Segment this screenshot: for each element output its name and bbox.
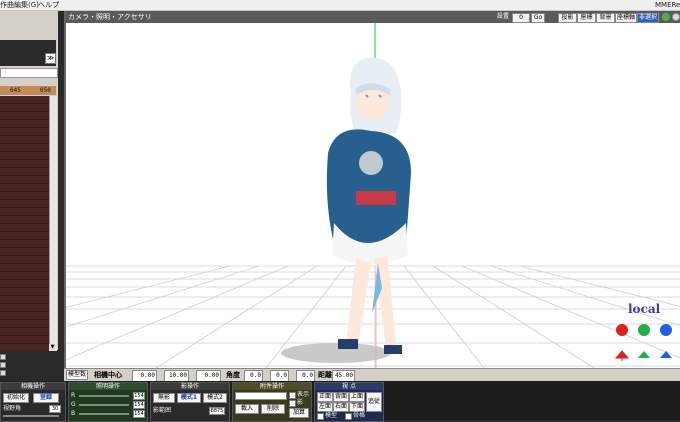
model-label: 模型 bbox=[325, 412, 338, 419]
shadow-panel: 影操作 無影 模式1 模式2 影範囲 8875 bbox=[150, 382, 230, 422]
light-r-label: R bbox=[71, 392, 76, 399]
bottom-toolbar: 相機操作 初始化 登録 視野角 30 照明操作 R 154 G 154 B 15… bbox=[0, 381, 680, 422]
camera-control-strip: 模型数 相機中心 0.00 10.00 0.00 角度 0.0 0.0 0.0 … bbox=[64, 368, 680, 382]
front-view-button[interactable]: 正面 bbox=[317, 392, 333, 402]
accessory-panel-title: 附件操作 bbox=[233, 383, 311, 390]
bone-label: 骨格 bbox=[353, 412, 366, 419]
left-shoe bbox=[338, 339, 358, 349]
center-label: 相機中心 bbox=[94, 371, 122, 379]
background-button[interactable]: 背景 bbox=[596, 13, 615, 23]
scroll-down-icon[interactable]: ▼ bbox=[49, 344, 56, 351]
move-x-icon[interactable] bbox=[614, 350, 630, 361]
light-b-input[interactable]: 154 bbox=[133, 410, 145, 418]
ruler-label: 045 bbox=[10, 87, 21, 94]
shadow-label: 影 bbox=[297, 399, 304, 406]
viewpoint-panel: 視 点 正面 背面 上面 左面 右面 下面 追従 模型 骨格 bbox=[314, 382, 384, 422]
rotate-y-icon[interactable] bbox=[638, 324, 650, 336]
move-y-icon[interactable] bbox=[638, 351, 650, 358]
menu-item-help[interactable]: ヘルプ bbox=[38, 0, 59, 10]
timeline-panel: ≫ 045 050 ▼ bbox=[0, 11, 58, 351]
add-button[interactable]: 加算 bbox=[289, 408, 309, 418]
3d-viewport[interactable]: カメラ・照明・アクセサリ 設置 0 Go 投影 座標 背景 座標軸 非選択 lo… bbox=[64, 11, 680, 368]
menu-item-edit[interactable]: 作曲編集(G) bbox=[0, 0, 39, 10]
delete-button[interactable]: 削除 bbox=[261, 404, 285, 414]
local-mode-label[interactable]: local bbox=[628, 302, 660, 316]
unselect-button[interactable]: 非選択 bbox=[637, 13, 659, 23]
fov-input[interactable]: 30 bbox=[49, 405, 61, 413]
collapse-button[interactable]: ≫ bbox=[45, 53, 56, 64]
right-view-button[interactable]: 右面 bbox=[333, 402, 349, 412]
light-b-label: B bbox=[71, 410, 76, 417]
setting-label: 設置 bbox=[496, 13, 509, 20]
bone-checkbox[interactable] bbox=[345, 413, 352, 420]
show-label: 表示 bbox=[297, 391, 310, 398]
shadow-mode1-button[interactable]: 模式1 bbox=[177, 393, 201, 403]
character-shadow bbox=[281, 343, 391, 363]
character-model[interactable] bbox=[326, 57, 411, 354]
layer-checkbox[interactable] bbox=[0, 354, 6, 360]
angle-label: 角度 bbox=[226, 371, 240, 379]
light-g-input[interactable]: 154 bbox=[133, 401, 145, 409]
follow-button[interactable]: 追従 bbox=[366, 392, 382, 412]
shadow-checkbox[interactable] bbox=[289, 400, 296, 407]
tab-model[interactable]: 模型数 bbox=[66, 370, 89, 380]
light-b-slider[interactable] bbox=[79, 413, 129, 415]
frame-number-input[interactable]: 0 bbox=[512, 13, 530, 23]
hand bbox=[359, 151, 383, 175]
right-shoe bbox=[384, 345, 402, 354]
settings-icon[interactable] bbox=[672, 13, 680, 21]
camera-panel: 相機操作 初始化 登録 視野角 30 bbox=[0, 382, 66, 422]
distance-label: 距離 bbox=[318, 371, 332, 379]
coordinate-button[interactable]: 座標 bbox=[577, 13, 596, 23]
accessory-panel: 附件操作 載入 削除 表示 影 加算 bbox=[232, 382, 312, 422]
camera-panel-title: 相機操作 bbox=[1, 383, 65, 390]
window-title-fragment: MMERe bbox=[655, 1, 680, 9]
accessory-select[interactable] bbox=[235, 392, 287, 400]
back-view-button[interactable]: 背面 bbox=[333, 392, 349, 402]
rotate-x-icon[interactable] bbox=[616, 324, 628, 336]
rotate-z-icon[interactable] bbox=[660, 324, 672, 336]
ruler-label: 050 bbox=[40, 87, 51, 94]
model-checkbox[interactable] bbox=[317, 413, 324, 420]
axis-button[interactable]: 座標軸 bbox=[615, 13, 637, 23]
layer-checkbox[interactable] bbox=[0, 362, 6, 368]
bottom-view-button[interactable]: 下面 bbox=[349, 402, 365, 412]
top-view-button[interactable]: 上面 bbox=[349, 392, 365, 402]
light-g-label: G bbox=[71, 401, 76, 408]
shadow-panel-title: 影操作 bbox=[151, 383, 229, 390]
frame-input[interactable] bbox=[0, 68, 58, 78]
fov-slider[interactable] bbox=[3, 415, 59, 417]
light-r-slider[interactable] bbox=[79, 395, 129, 397]
timeline-scrollbar[interactable] bbox=[49, 96, 57, 351]
viewport-title: カメラ・照明・アクセサリ bbox=[68, 13, 152, 21]
light-g-slider[interactable] bbox=[79, 404, 129, 406]
viewpoint-panel-title: 視 点 bbox=[315, 383, 383, 390]
play-icon[interactable] bbox=[662, 13, 670, 21]
no-shadow-button[interactable]: 無影 bbox=[153, 393, 175, 403]
timeline-lower-panel bbox=[0, 352, 58, 380]
fov-label: 視野角 bbox=[3, 405, 22, 412]
show-checkbox[interactable] bbox=[289, 392, 296, 399]
left-view-button[interactable]: 左面 bbox=[317, 402, 333, 412]
menu-bar: 作曲編集(G) ヘルプ MMERe bbox=[0, 0, 680, 11]
projection-button[interactable]: 投影 bbox=[558, 13, 577, 23]
register-button[interactable]: 登録 bbox=[33, 393, 59, 403]
move-z-icon[interactable] bbox=[660, 351, 672, 358]
init-button[interactable]: 初始化 bbox=[3, 393, 29, 403]
light-panel-title: 照明操作 bbox=[69, 383, 147, 390]
shadow-range-input[interactable]: 8875 bbox=[209, 407, 225, 415]
load-button[interactable]: 載入 bbox=[235, 404, 259, 414]
light-panel: 照明操作 R 154 G 154 B 154 bbox=[68, 382, 148, 422]
layer-checkbox[interactable] bbox=[0, 370, 6, 376]
shadow-range-label: 影範囲 bbox=[153, 407, 172, 414]
left-leg bbox=[346, 258, 371, 345]
viewport-titlebar: カメラ・照明・アクセサリ 設置 0 Go 投影 座標 背景 座標軸 非選択 bbox=[66, 11, 680, 23]
belt bbox=[356, 191, 396, 205]
frame-ruler: 045 050 bbox=[0, 86, 56, 95]
keyframe-grid[interactable] bbox=[0, 96, 56, 351]
light-r-input[interactable]: 154 bbox=[133, 392, 145, 400]
shadow-mode2-button[interactable]: 模式2 bbox=[203, 393, 227, 403]
scene-canvas[interactable] bbox=[66, 23, 680, 368]
go-button[interactable]: Go bbox=[531, 13, 545, 23]
